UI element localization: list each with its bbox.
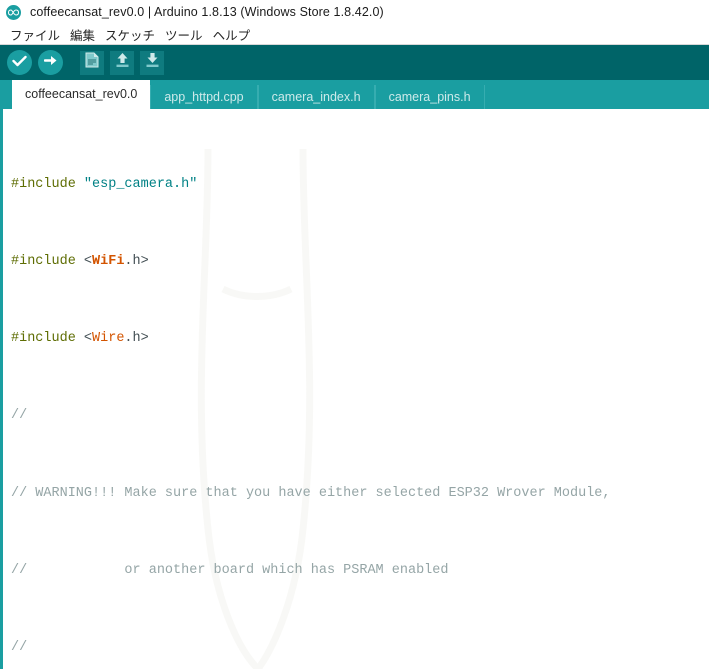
tab-app-httpd-cpp[interactable]: app_httpd.cpp xyxy=(150,85,258,109)
upload-button[interactable] xyxy=(38,50,63,75)
editor-tab-bar: coffeecansat_rev0.0 app_httpd.cpp camera… xyxy=(0,80,709,109)
save-button[interactable] xyxy=(140,50,164,75)
menu-item-help[interactable]: ヘルプ xyxy=(208,25,256,44)
arduino-infinity-icon xyxy=(6,4,21,20)
toolbar xyxy=(0,45,709,80)
code-content[interactable]: #include "esp_camera.h" #include <WiFi.h… xyxy=(3,109,709,669)
code-line: #include "esp_camera.h" xyxy=(11,176,198,192)
code-editor[interactable]: #include "esp_camera.h" #include <WiFi.h… xyxy=(0,109,709,669)
menu-item-sketch[interactable]: スケッチ xyxy=(100,25,160,44)
menu-item-file[interactable]: ファイル xyxy=(5,25,65,44)
menu-bar: ファイル 編集 スケッチ ツール ヘルプ xyxy=(0,24,709,45)
tab-coffeecansat-rev00[interactable]: coffeecansat_rev0.0 xyxy=(12,80,151,109)
code-line: // WARNING!!! Make sure that you have ei… xyxy=(11,485,611,501)
tab-camera-index-h[interactable]: camera_index.h xyxy=(257,85,375,109)
new-file-icon xyxy=(85,52,99,73)
arrow-right-icon xyxy=(43,54,58,72)
code-line: // xyxy=(11,640,28,656)
title-bar: coffeecansat_rev0.0 | Arduino 1.8.13 (Wi… xyxy=(0,0,709,24)
verify-button[interactable] xyxy=(7,50,32,75)
code-line: #include <WiFi.h> xyxy=(11,254,149,270)
code-line: #include <Wire.h> xyxy=(11,331,149,347)
window-title: coffeecansat_rev0.0 | Arduino 1.8.13 (Wi… xyxy=(30,5,384,19)
tab-camera-pins-h[interactable]: camera_pins.h xyxy=(374,85,485,109)
menu-item-tools[interactable]: ツール xyxy=(160,25,208,44)
arrow-up-icon xyxy=(115,52,130,73)
code-line: // xyxy=(11,408,28,424)
open-button[interactable] xyxy=(110,50,134,75)
arrow-down-icon xyxy=(145,52,160,73)
code-line: // or another board which has PSRAM enab… xyxy=(11,562,449,578)
checkmark-icon xyxy=(12,54,27,72)
new-button[interactable] xyxy=(80,50,104,75)
menu-item-edit[interactable]: 編集 xyxy=(65,25,100,44)
